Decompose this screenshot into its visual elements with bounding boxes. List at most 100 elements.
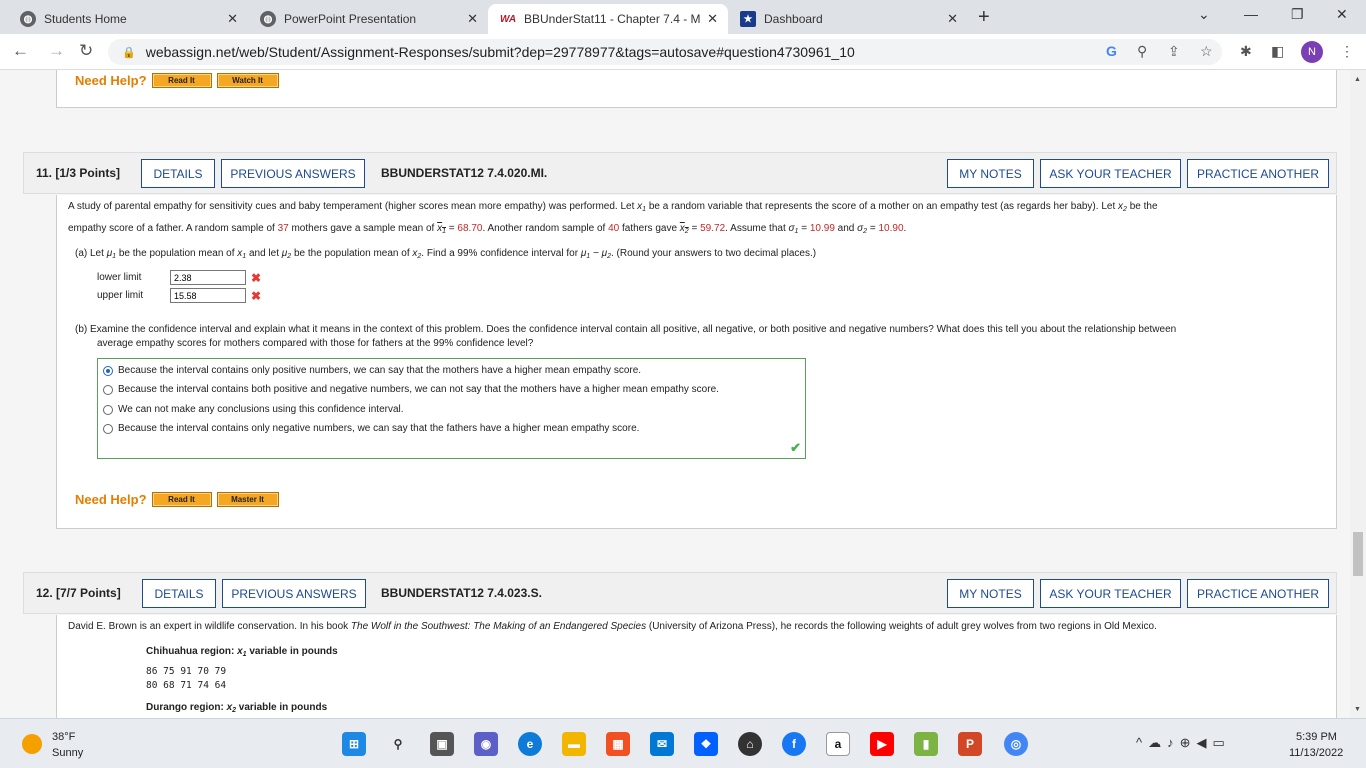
master-it-button[interactable]: Master It xyxy=(216,492,279,507)
question-11-header: 11. [1/3 Points] DETAILS PREVIOUS ANSWER… xyxy=(23,152,1337,194)
store-icon[interactable]: ▦ xyxy=(606,732,630,756)
globe-icon: ◍ xyxy=(20,11,36,27)
x2-symbol: x2 xyxy=(1118,201,1127,213)
my-notes-button[interactable]: MY NOTES xyxy=(947,159,1034,188)
intro-text: empathy score of a father. A random samp… xyxy=(68,223,278,234)
minimize-button[interactable]: — xyxy=(1244,6,1258,22)
radio-unselected[interactable] xyxy=(103,423,113,434)
need-help-row: Need Help? Read It Watch It xyxy=(75,73,279,88)
page-scrollbar[interactable]: ▲ ▼ xyxy=(1350,70,1366,718)
task-view-icon[interactable]: ▣ xyxy=(430,732,454,756)
weather-temperature[interactable]: 38°F xyxy=(52,731,75,743)
powerpoint-icon[interactable]: P xyxy=(958,732,982,756)
details-button[interactable]: DETAILS xyxy=(142,579,216,608)
file-explorer-icon[interactable]: ▬ xyxy=(562,732,586,756)
upper-limit-input[interactable] xyxy=(170,288,246,303)
tab-students-home[interactable]: ◍ Students Home ✕ xyxy=(8,4,248,34)
option-3[interactable]: We can not make any conclusions using th… xyxy=(103,404,404,415)
need-help-label: Need Help? xyxy=(75,492,147,507)
google-icon[interactable]: G xyxy=(1106,43,1117,59)
previous-answers-button[interactable]: PREVIOUS ANSWERS xyxy=(222,579,366,608)
profile-initial: N xyxy=(1308,46,1316,58)
chevron-down-icon[interactable]: ⌄ xyxy=(1198,6,1210,23)
sigma1-symbol: σ1 xyxy=(788,223,799,235)
details-button[interactable]: DETAILS xyxy=(141,159,215,188)
clock-time[interactable]: 5:39 PM xyxy=(1296,731,1337,743)
option-1[interactable]: Because the interval contains only posit… xyxy=(103,365,641,376)
radio-selected[interactable] xyxy=(103,365,113,376)
url-field[interactable]: 🔒 webassign.net/web/Student/Assignment-R… xyxy=(108,39,1222,65)
lower-limit-input[interactable] xyxy=(170,270,246,285)
menu-icon[interactable]: ⋮ xyxy=(1340,43,1354,60)
option-label: We can not make any conclusions using th… xyxy=(118,404,404,415)
scroll-thumb[interactable] xyxy=(1353,532,1363,576)
back-button[interactable]: ← xyxy=(12,41,29,61)
practice-another-button[interactable]: PRACTICE ANOTHER xyxy=(1187,579,1329,608)
app-bars-icon[interactable]: ▮ xyxy=(914,732,938,756)
chrome-icon[interactable]: ◎ xyxy=(1004,732,1028,756)
my-notes-button[interactable]: MY NOTES xyxy=(947,579,1034,608)
chihuahua-label: Chihuahua region: x1 variable in pounds xyxy=(146,646,338,658)
tab-strip: ◍ Students Home ✕ ◍ PowerPoint Presentat… xyxy=(0,0,1366,34)
system-tray[interactable]: ^☁♪⊕◀▭ xyxy=(1136,735,1231,751)
edge-icon[interactable]: e xyxy=(518,732,542,756)
app-icon[interactable]: ⌂ xyxy=(738,732,762,756)
mothers-sample-size: 37 xyxy=(277,223,289,234)
close-window-button[interactable]: ✕ xyxy=(1336,6,1348,23)
radio-unselected[interactable] xyxy=(103,404,113,415)
side-panel-icon[interactable]: ◧ xyxy=(1271,43,1284,60)
fathers-sample-size: 40 xyxy=(608,223,620,234)
x2bar-value: 59.72 xyxy=(700,223,726,234)
option-4[interactable]: Because the interval contains only negat… xyxy=(103,423,639,434)
restore-button[interactable]: ❐ xyxy=(1291,6,1304,23)
scroll-up-arrow[interactable]: ▲ xyxy=(1354,76,1361,83)
tab-dashboard[interactable]: ★ Dashboard ✕ xyxy=(728,4,968,34)
tab-bbunderstat[interactable]: WA BBUnderStat11 - Chapter 7.4 - M ✕ xyxy=(488,4,728,34)
chat-icon[interactable]: ◉ xyxy=(474,732,498,756)
previous-answers-button[interactable]: PREVIOUS ANSWERS xyxy=(221,159,365,188)
question-12-intro: David E. Brown is an expert in wildlife … xyxy=(68,617,1318,636)
label-text: variable in pounds xyxy=(246,646,338,657)
tab-title: Dashboard xyxy=(764,12,823,26)
close-icon[interactable]: ✕ xyxy=(467,11,478,27)
reload-button[interactable]: ↻ xyxy=(79,41,93,61)
share-icon[interactable]: ⇪ xyxy=(1168,43,1180,60)
practice-another-button[interactable]: PRACTICE ANOTHER xyxy=(1187,159,1329,188)
close-icon[interactable]: ✕ xyxy=(227,11,238,27)
new-tab-button[interactable]: + xyxy=(978,6,990,29)
profile-avatar[interactable]: N xyxy=(1301,41,1323,63)
ask-teacher-button[interactable]: ASK YOUR TEACHER xyxy=(1040,159,1181,188)
ask-teacher-button[interactable]: ASK YOUR TEACHER xyxy=(1040,579,1181,608)
incorrect-icon: ✖ xyxy=(251,270,262,285)
tab-powerpoint[interactable]: ◍ PowerPoint Presentation ✕ xyxy=(248,4,488,34)
close-icon[interactable]: ✕ xyxy=(947,11,958,27)
mail-icon[interactable]: ✉ xyxy=(650,732,674,756)
windows-start-icon[interactable]: ⊞ xyxy=(342,732,366,756)
scroll-down-arrow[interactable]: ▼ xyxy=(1354,706,1361,713)
dropbox-icon[interactable]: ❖ xyxy=(694,732,718,756)
lock-icon: 🔒 xyxy=(122,46,136,59)
search-icon[interactable]: ⚲ xyxy=(386,732,410,756)
forward-button[interactable]: → xyxy=(48,41,65,61)
sun-icon[interactable] xyxy=(22,734,42,754)
close-icon[interactable]: ✕ xyxy=(707,11,718,27)
weather-description[interactable]: Sunny xyxy=(52,747,83,759)
tab-title: BBUnderStat11 - Chapter 7.4 - M xyxy=(524,12,701,26)
read-it-button[interactable]: Read It xyxy=(151,492,212,507)
clock-date[interactable]: 11/13/2022 xyxy=(1289,747,1343,759)
bookmark-star-icon[interactable]: ☆ xyxy=(1200,43,1213,60)
youtube-icon[interactable]: ▶ xyxy=(870,732,894,756)
zoom-icon[interactable]: ⚲ xyxy=(1137,43,1147,60)
watch-it-button[interactable]: Watch It xyxy=(216,73,279,88)
need-help-label: Need Help? xyxy=(75,73,147,88)
amazon-icon[interactable]: a xyxy=(826,732,850,756)
star-icon: ★ xyxy=(740,11,756,27)
globe-icon: ◍ xyxy=(260,11,276,27)
mu1-symbol: μ1 xyxy=(106,248,117,260)
intro-text: David E. Brown is an expert in wildlife … xyxy=(68,621,351,632)
radio-unselected[interactable] xyxy=(103,384,113,395)
option-2[interactable]: Because the interval contains both posit… xyxy=(103,384,719,395)
facebook-icon[interactable]: f xyxy=(782,732,806,756)
read-it-button[interactable]: Read It xyxy=(151,73,212,88)
extensions-icon[interactable]: ✱ xyxy=(1240,43,1252,60)
